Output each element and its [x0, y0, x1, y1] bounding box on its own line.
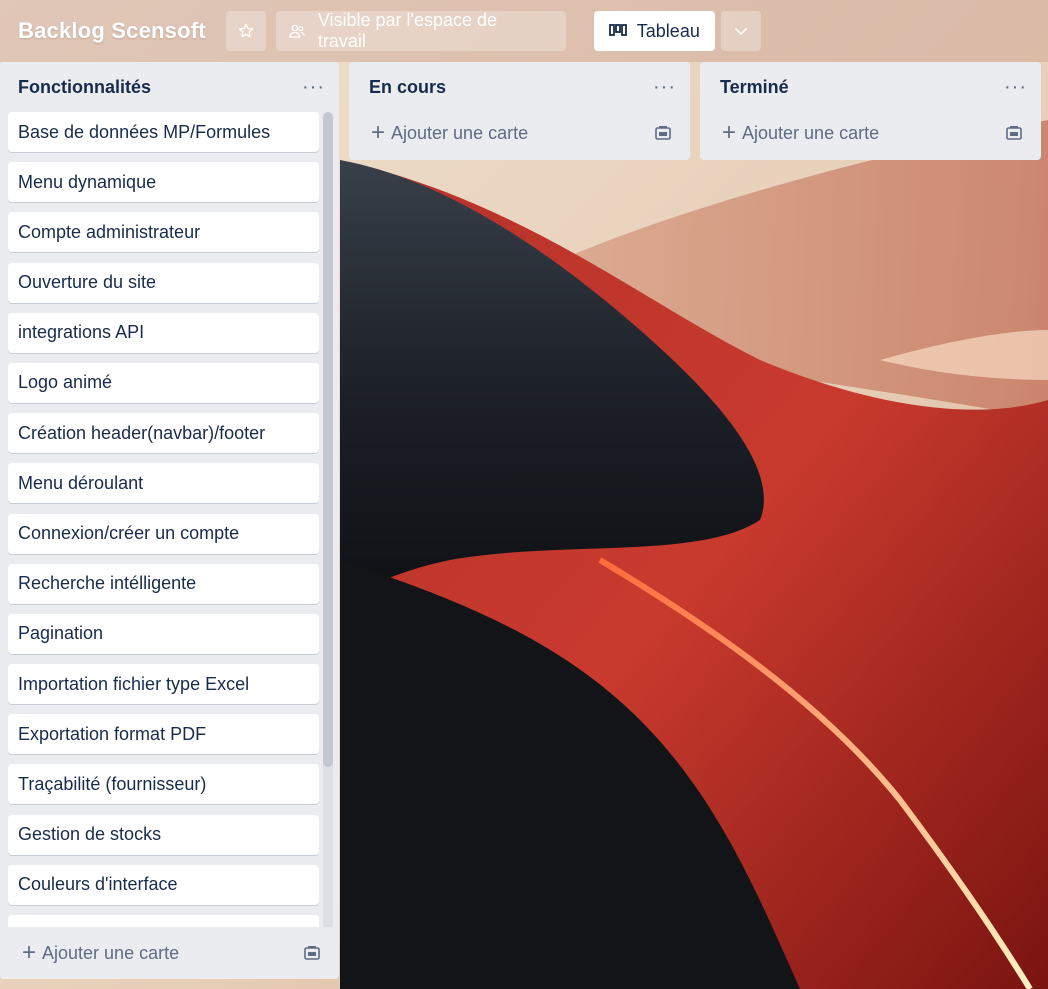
board-title[interactable]: Backlog Scensoft [18, 18, 206, 44]
board-view-button[interactable]: Tableau [593, 11, 715, 51]
board-header: Backlog Scensoft Visible par l'espace de… [0, 0, 1048, 62]
list-en-cours: En cours ··· + Ajouter une carte [349, 62, 690, 160]
star-button[interactable] [225, 11, 266, 51]
card[interactable]: integrations API [8, 312, 319, 353]
card[interactable]: Traçabilité (fournisseur) [8, 764, 319, 805]
template-icon[interactable] [303, 945, 321, 961]
card[interactable]: Pagination [8, 613, 319, 654]
list-title[interactable]: En cours [369, 77, 446, 98]
list-termine: Terminé ··· + Ajouter une carte [700, 62, 1041, 160]
add-card-button[interactable]: + Ajouter une carte [349, 112, 690, 154]
list-title[interactable]: Fonctionnalités [18, 77, 151, 98]
card[interactable]: Menu déroulant [8, 463, 319, 504]
list-fonctionnalites: Fonctionnalités ··· Base de données MP/F… [0, 62, 339, 979]
add-card-button[interactable]: + Ajouter une carte [0, 927, 339, 979]
plus-icon: + [22, 939, 37, 966]
card[interactable]: Compte administrateur [8, 212, 319, 253]
card[interactable]: Recherche intélligente [8, 563, 319, 604]
template-icon[interactable] [654, 125, 672, 141]
card[interactable]: Menu dynamique [8, 162, 319, 203]
card[interactable]: Création header(navbar)/footer [8, 413, 319, 454]
visibility-button[interactable]: Visible par l'espace de travail [275, 10, 566, 51]
board-icon [608, 24, 627, 38]
list-header: Terminé ··· [700, 62, 1041, 112]
list-header: En cours ··· [349, 62, 690, 112]
chevron-down-icon [732, 22, 750, 40]
card[interactable]: Ouverture du site [8, 262, 319, 303]
list-scrollbar[interactable] [323, 112, 333, 930]
visibility-label: Visible par l'espace de travail [317, 10, 498, 51]
card-container: Base de données MP/Formules Menu dynamiq… [8, 112, 319, 930]
star-icon [237, 22, 255, 40]
add-card-label: Ajouter une carte [42, 942, 180, 963]
ellipsis-icon[interactable]: ··· [1004, 77, 1027, 97]
card[interactable]: Exportation format PDF [8, 714, 319, 755]
list-header: Fonctionnalités ··· [0, 62, 339, 112]
plus-icon: + [371, 119, 386, 146]
card[interactable]: Logo animé [8, 362, 319, 403]
ellipsis-icon[interactable]: ··· [302, 77, 325, 97]
template-icon[interactable] [1005, 125, 1023, 141]
board-view-label: Tableau [636, 20, 700, 41]
add-card-label: Ajouter une carte [391, 122, 529, 143]
card[interactable]: Gestion de stocks [8, 814, 319, 855]
people-icon [288, 22, 306, 40]
view-switcher-button[interactable] [720, 11, 761, 51]
card[interactable]: Couleurs d'interface [8, 864, 319, 905]
add-card-label: Ajouter une carte [742, 122, 880, 143]
plus-icon: + [722, 119, 737, 146]
ellipsis-icon[interactable]: ··· [653, 77, 676, 97]
card[interactable]: Base de données MP/Formules [8, 112, 319, 152]
scrollbar-thumb[interactable] [323, 112, 333, 767]
add-card-button[interactable]: + Ajouter une carte [700, 112, 1041, 154]
card[interactable]: Importation fichier type Excel [8, 664, 319, 705]
list-title[interactable]: Terminé [720, 77, 789, 98]
card[interactable]: Connexion/créer un compte [8, 513, 319, 554]
